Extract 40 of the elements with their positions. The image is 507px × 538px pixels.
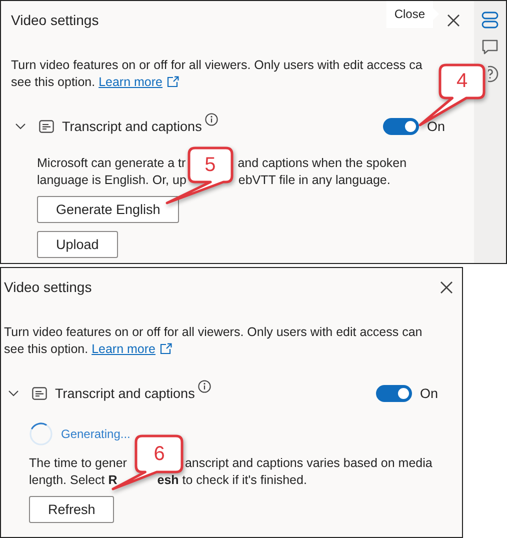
intro-text: Turn video features on or off for all viewers. Only users with edit access can xyxy=(4,324,424,341)
intro-text: Turn video features on or off for all viewers. Only users with edit access ca xyxy=(11,57,424,74)
description-text: length. Select R xyxy=(29,472,118,489)
toggle-switch[interactable] xyxy=(382,118,419,134)
external-link-icon[interactable] xyxy=(166,76,178,87)
info-icon[interactable] xyxy=(198,380,211,393)
description-text: Microsoft can generate a tr xyxy=(37,155,186,172)
chevron-down-icon[interactable] xyxy=(15,122,26,130)
toggle-label: On xyxy=(426,118,445,134)
description-text: ebVTT file in any language. xyxy=(238,172,390,189)
description-text: esh to check if it's finished. xyxy=(157,472,307,489)
description-text: language is English. Or, up xyxy=(37,172,186,189)
feature-title: Transcript and captions xyxy=(62,118,202,134)
close-icon[interactable] xyxy=(446,14,460,26)
learn-more-link[interactable]: Learn more xyxy=(98,75,162,89)
info-icon[interactable] xyxy=(204,113,218,126)
toggle-switch[interactable] xyxy=(376,384,412,402)
action-button[interactable]: Generate English xyxy=(37,196,180,223)
help-icon[interactable] xyxy=(488,65,499,83)
description-text: The time to gener xyxy=(29,455,127,472)
action-button[interactable]: Refresh xyxy=(29,496,114,523)
chevron-down-icon[interactable] xyxy=(8,390,19,396)
description-text: and captions when the spoken xyxy=(238,155,407,172)
action-button[interactable]: Upload xyxy=(37,231,118,258)
tooltip: Close xyxy=(386,1,439,28)
description-text: anscript and captions varies based on media xyxy=(184,455,432,472)
transcript-icon xyxy=(39,120,54,132)
intro-text: see this option. Learn more xyxy=(4,341,458,358)
panel-title: Video settings xyxy=(11,12,99,28)
toggles-icon[interactable] xyxy=(481,11,499,29)
toggle-label: On xyxy=(420,386,438,400)
close-icon[interactable] xyxy=(440,280,452,294)
learn-more-link[interactable]: Learn more xyxy=(92,342,156,356)
external-link-icon[interactable] xyxy=(160,343,172,354)
feature-title: Transcript and captions xyxy=(55,386,195,400)
transcript-icon xyxy=(32,386,47,400)
status-text: Generating... xyxy=(61,427,130,441)
panel-title: Video settings xyxy=(4,279,92,295)
comment-icon[interactable] xyxy=(481,38,499,56)
spinner-icon xyxy=(29,422,53,446)
